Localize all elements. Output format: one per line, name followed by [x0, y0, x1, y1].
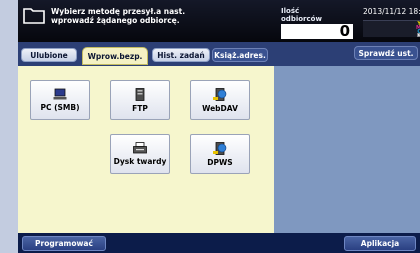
hard-disk-label: Dysk twardy — [113, 157, 167, 166]
tab-direct-input[interactable]: Wprow.bezp. — [82, 47, 148, 65]
instruction-line-2: wprowadź żądanego odbiorcę. — [51, 16, 180, 25]
folder-icon — [23, 8, 45, 24]
destination-count-label: Ilość odbiorców — [281, 7, 341, 23]
webdav-server-icon — [213, 88, 227, 101]
hard-disk-button[interactable]: Dysk twardy — [110, 134, 170, 174]
program-button[interactable]: Programować — [22, 236, 106, 251]
ftp-button[interactable]: FTP — [110, 80, 170, 120]
webdav-label: WebDAV — [202, 104, 238, 113]
dpws-label: DPWS — [207, 158, 233, 167]
footer-bar: Programować Aplikacja — [18, 233, 420, 253]
application-button[interactable]: Aplikacja — [344, 236, 416, 251]
content-area: PC (SMB) FTP WebDAV Dysk twardy DPWS — [18, 66, 420, 233]
check-settings-button[interactable]: Sprawdź ust. — [354, 46, 418, 60]
instruction-line-1: Wybierz metodę przesył.a nast. — [51, 7, 186, 16]
pc-icon — [53, 88, 67, 100]
pc-smb-button[interactable]: PC (SMB) — [30, 80, 90, 120]
method-panel: PC (SMB) FTP WebDAV Dysk twardy DPWS — [18, 66, 274, 233]
ftp-label: FTP — [132, 104, 148, 113]
tab-bar: Ulubione Wprow.bezp. Hist. zadań Książ.a… — [18, 42, 420, 66]
destination-count-value: 0 — [281, 24, 353, 39]
tab-favorites[interactable]: Ulubione — [21, 48, 77, 62]
hard-disk-icon — [133, 142, 147, 154]
toner-status: Y M C K — [363, 20, 420, 39]
dest-label-line-2: odbiorców — [281, 15, 322, 23]
dest-label-line-1: Ilość — [281, 7, 300, 15]
tab-job-history[interactable]: Hist. zadań — [152, 48, 210, 62]
side-panel — [274, 66, 420, 233]
dpws-button[interactable]: DPWS — [190, 134, 250, 174]
pc-smb-label: PC (SMB) — [40, 103, 80, 112]
tab-address-book[interactable]: Książ.adres. — [212, 48, 268, 62]
date-time: 2013/11/12 18:3 — [363, 7, 420, 16]
header-bar: Wybierz metodę przesył.a nast. wprowadź … — [18, 0, 420, 42]
copier-panel-screen: Wybierz metodę przesył.a nast. wprowadź … — [18, 0, 420, 253]
webdav-button[interactable]: WebDAV — [190, 80, 250, 120]
server-icon — [135, 88, 145, 101]
instruction-text: Wybierz metodę przesył.a nast. wprowadź … — [51, 7, 251, 25]
dpws-icon — [213, 142, 227, 155]
